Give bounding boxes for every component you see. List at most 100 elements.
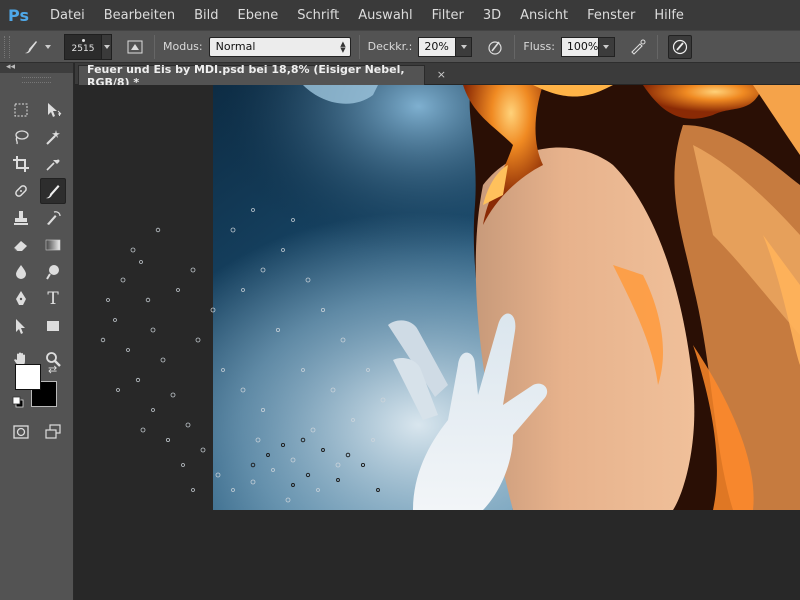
magic-wand-tool[interactable] xyxy=(40,124,66,150)
rectangle-shape-tool[interactable] xyxy=(40,313,66,339)
airbrush-icon xyxy=(631,39,646,55)
eyedropper-icon xyxy=(46,159,60,171)
airbrush-toggle[interactable] xyxy=(627,36,649,58)
eraser-tool[interactable] xyxy=(8,232,34,258)
separator xyxy=(154,34,155,59)
clone-stamp-icon xyxy=(14,211,28,225)
eyedropper-tool[interactable] xyxy=(40,151,66,177)
flow-slider-button[interactable] xyxy=(598,36,615,57)
marquee-icon xyxy=(14,103,28,117)
brush-panel-icon xyxy=(127,40,143,53)
document-tab[interactable]: Feuer und Eis by MDI.psd bei 18,8% (Eisi… xyxy=(78,63,446,89)
type-icon: T xyxy=(47,289,59,309)
mode-value: Normal xyxy=(215,40,256,53)
crop-tool[interactable] xyxy=(8,151,34,177)
photoshop-logo: Ps xyxy=(8,5,29,25)
default-colors-icon[interactable] xyxy=(12,396,24,408)
chevron-down-icon xyxy=(103,44,110,49)
flow-input[interactable]: 100% xyxy=(560,36,599,57)
brush-tool[interactable] xyxy=(40,178,66,204)
brush-preset-icon xyxy=(25,40,37,53)
type-tool[interactable]: T xyxy=(40,286,66,312)
opacity-slider-button[interactable] xyxy=(456,36,473,57)
healing-brush-icon xyxy=(15,185,27,197)
lasso-icon xyxy=(15,130,29,145)
path-selection-tool[interactable] xyxy=(8,313,34,339)
brush-icon xyxy=(46,185,60,199)
brush-stroke-particles xyxy=(100,208,386,503)
mode-row xyxy=(8,419,72,445)
blur-tool[interactable] xyxy=(8,259,34,285)
menu-auswahl[interactable]: Auswahl xyxy=(358,8,412,23)
collapse-panel-icon[interactable]: ◂◂ xyxy=(6,62,15,72)
pen-pressure-size-icon xyxy=(672,39,688,54)
blur-icon xyxy=(16,265,26,279)
separator xyxy=(358,34,360,59)
document-tab-bar: Feuer und Eis by MDI.psd bei 18,8% (Eisi… xyxy=(75,63,800,89)
menu-3d[interactable]: 3D xyxy=(483,8,501,23)
brush-panel-toggle[interactable] xyxy=(124,36,146,58)
crop-icon xyxy=(13,156,29,172)
menu-fenster[interactable]: Fenster xyxy=(587,8,635,23)
dodge-icon xyxy=(46,265,59,280)
path-selection-icon xyxy=(16,319,25,334)
lasso-tool[interactable] xyxy=(8,124,34,150)
quick-mask-button[interactable] xyxy=(8,419,34,445)
swap-colors-icon[interactable]: ⇄ xyxy=(48,363,57,376)
move-icon xyxy=(48,103,62,117)
separator xyxy=(656,34,658,59)
color-swatches: ⇄ xyxy=(8,363,68,413)
tool-preset-picker[interactable] xyxy=(18,35,54,59)
tools-panel-header: ◂◂ xyxy=(0,62,73,73)
menu-bearbeiten[interactable]: Bearbeiten xyxy=(104,8,175,23)
screen-mode-icon xyxy=(45,424,61,439)
options-bar: 2515 Modus: Normal ▲ ▼ Deckkr.: 20% Fluss… xyxy=(0,30,800,63)
pressure-opacity-toggle[interactable] xyxy=(484,36,506,58)
chevron-down-icon xyxy=(45,44,51,49)
marquee-tool[interactable] xyxy=(8,97,34,123)
brush-size-value: 2515 xyxy=(71,44,95,54)
gradient-tool[interactable] xyxy=(40,232,66,258)
pressure-size-toggle[interactable] xyxy=(667,34,692,59)
pen-icon xyxy=(16,291,26,305)
quick-mask-icon xyxy=(13,425,29,439)
separator xyxy=(514,34,516,59)
menu-datei[interactable]: Datei xyxy=(50,8,85,23)
canvas-area[interactable] xyxy=(75,85,800,600)
flow-value: 100% xyxy=(566,40,599,53)
screen-mode-button[interactable] xyxy=(40,419,66,445)
menu-ansicht[interactable]: Ansicht xyxy=(520,8,568,23)
pen-pressure-icon xyxy=(488,40,502,55)
brush-tip-icon xyxy=(81,39,85,42)
rectangle-shape-icon xyxy=(47,321,59,331)
dodge-tool[interactable] xyxy=(40,259,66,285)
select-arrows-icon: ▲ ▼ xyxy=(340,39,346,54)
menu-bild[interactable]: Bild xyxy=(194,8,218,23)
opacity-label: Deckkr.: xyxy=(367,40,413,53)
tools-panel: ◂◂ T ⇄ xyxy=(0,62,74,600)
chevron-down-icon xyxy=(460,44,467,49)
gradient-icon xyxy=(45,239,61,251)
move-tool[interactable] xyxy=(40,97,66,123)
chevron-down-icon xyxy=(603,44,610,49)
foreground-color-swatch[interactable] xyxy=(15,364,41,390)
menu-hilfe[interactable]: Hilfe xyxy=(654,8,684,23)
flow-label: Fluss: xyxy=(523,40,555,53)
healing-brush-tool[interactable] xyxy=(8,178,34,204)
opacity-value: 20% xyxy=(424,40,449,53)
mode-label: Modus: xyxy=(163,40,203,53)
options-grip[interactable] xyxy=(4,35,10,58)
menu-bar: Ps Datei Bearbeiten Bild Ebene Schrift A… xyxy=(0,0,800,30)
pen-tool[interactable] xyxy=(8,286,34,312)
menu-schrift[interactable]: Schrift xyxy=(297,8,339,23)
brush-size-picker[interactable]: 2515 xyxy=(64,33,102,60)
magic-wand-icon xyxy=(46,130,60,145)
mode-select[interactable]: Normal ▲ ▼ xyxy=(208,36,351,57)
brush-size-dropdown[interactable] xyxy=(102,33,112,60)
close-icon[interactable]: × xyxy=(437,68,446,81)
clone-stamp-tool[interactable] xyxy=(8,205,34,231)
history-brush-tool[interactable] xyxy=(40,205,66,231)
menu-ebene[interactable]: Ebene xyxy=(238,8,279,23)
opacity-input[interactable]: 20% xyxy=(418,36,457,57)
menu-filter[interactable]: Filter xyxy=(432,8,464,23)
